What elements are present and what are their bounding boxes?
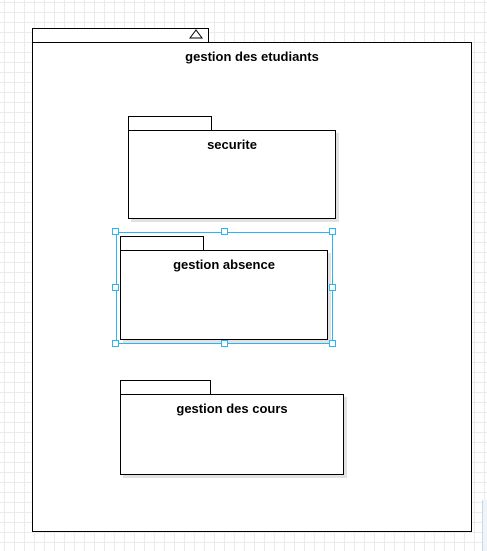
package-gestion-absence[interactable]: gestion absence (120, 250, 328, 340)
resize-handle-bottom-right[interactable] (329, 340, 336, 347)
package-securite[interactable]: securite (128, 130, 336, 219)
package-securite-title: securite (207, 137, 257, 152)
resize-handle-top-right[interactable] (329, 228, 336, 235)
package-gestion-des-cours-tab[interactable] (120, 380, 211, 395)
resize-handle-right[interactable] (329, 284, 336, 291)
package-gestion-des-cours[interactable]: gestion des cours (120, 394, 344, 475)
resize-handle-bottom-left[interactable] (112, 340, 119, 347)
scrollbar-edge[interactable] (482, 500, 487, 551)
package-securite-tab[interactable] (128, 116, 212, 131)
package-gestion-des-cours-title: gestion des cours (176, 401, 288, 416)
outer-package-tab[interactable] (32, 28, 209, 43)
resize-handle-bottom[interactable] (221, 340, 228, 347)
resize-handle-top-left[interactable] (112, 228, 119, 235)
package-gestion-absence-title: gestion absence (173, 257, 275, 272)
resize-handle-top[interactable] (221, 228, 228, 235)
outer-package-title: gestion des etudiants (185, 49, 319, 64)
diagram-canvas[interactable]: gestion des etudiants securite gestion a… (0, 0, 487, 551)
package-gestion-absence-tab[interactable] (120, 236, 204, 251)
collapse-triangle-icon[interactable] (189, 28, 203, 40)
resize-handle-left[interactable] (112, 284, 119, 291)
